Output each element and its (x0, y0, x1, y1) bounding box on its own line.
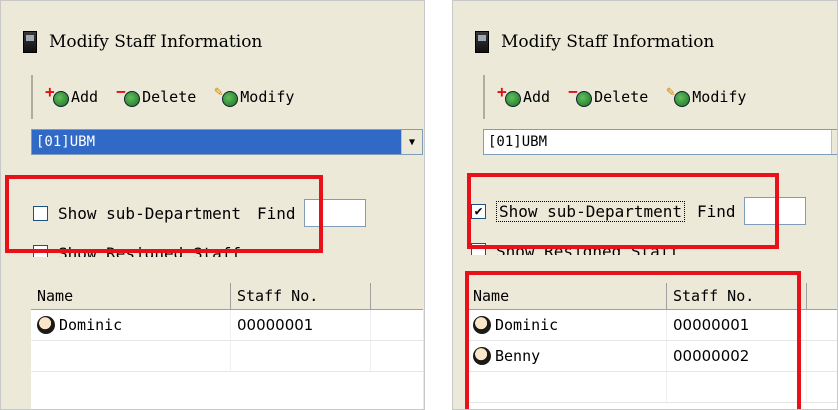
table-header: Name Staff No. (467, 283, 837, 310)
show-sub-department-row: Show sub-Department Find (33, 199, 366, 227)
modify-label: Modify (240, 88, 295, 106)
staff-name: Dominic (495, 316, 559, 334)
show-sub-department-checkbox[interactable]: ✔ (471, 203, 486, 219)
show-resigned-checkbox[interactable] (471, 243, 486, 255)
window-title-bar: Modify Staff Information (467, 15, 837, 69)
person-icon (37, 316, 55, 334)
staff-table: Name Staff No. Dominic 00000001 Benny 00… (467, 283, 837, 409)
find-label: Find (697, 201, 736, 221)
table-row-empty (31, 341, 423, 372)
delete-button[interactable]: − Delete (116, 84, 197, 107)
app-icon (23, 31, 37, 53)
show-sub-department-checkbox[interactable] (33, 205, 48, 221)
add-button[interactable]: + Add (497, 84, 551, 107)
person-icon (473, 316, 491, 334)
column-staff-no[interactable]: Staff No. (231, 283, 371, 309)
modify-button[interactable]: ✎ Modify (666, 85, 747, 107)
delete-label: Delete (142, 88, 197, 106)
show-resigned-label: Show Resigned Staff (496, 242, 680, 255)
person-icon (473, 347, 491, 365)
chevron-down-icon[interactable]: ▼ (401, 130, 422, 154)
column-name[interactable]: Name (467, 283, 667, 309)
show-resigned-row: Show Resigned Staff (33, 241, 241, 257)
find-label: Find (257, 203, 296, 223)
department-value: [01]UBM (488, 134, 548, 150)
add-user-icon: + (497, 84, 521, 107)
department-select[interactable]: [01]UBM ▼ (483, 129, 837, 155)
edit-user-icon: ✎ (214, 85, 239, 107)
table-row-empty (467, 372, 837, 403)
staff-number: 00000001 (667, 310, 807, 340)
show-resigned-row: Show Resigned Staff (471, 239, 679, 255)
delete-user-icon: − (116, 84, 141, 107)
window-title-bar: Modify Staff Information (15, 15, 424, 69)
chevron-down-icon[interactable]: ▼ (831, 130, 837, 154)
staff-name: Benny (495, 347, 541, 365)
show-sub-department-row: ✔ Show sub-Department Find (471, 197, 806, 225)
staff-window-right: Modify Staff Information + Add − Delete … (452, 0, 838, 410)
add-button[interactable]: + Add (45, 84, 99, 107)
delete-label: Delete (594, 88, 649, 106)
table-row[interactable]: Dominic 00000001 (31, 310, 423, 341)
table-row[interactable]: Dominic 00000001 (467, 310, 837, 341)
department-select[interactable]: [01]UBM ▼ (31, 129, 423, 155)
window-title: Modify Staff Information (49, 32, 263, 52)
add-label: Add (523, 88, 551, 106)
staff-window-left: Modify Staff Information + Add − Delete … (0, 0, 425, 410)
table-header: Name Staff No. (31, 283, 423, 310)
table-row[interactable]: Benny 00000002 (467, 341, 837, 372)
department-value: [01]UBM (32, 130, 401, 154)
delete-user-icon: − (568, 84, 593, 107)
show-resigned-checkbox[interactable] (33, 245, 48, 257)
show-resigned-label: Show Resigned Staff (58, 244, 242, 257)
staff-number: 00000001 (231, 310, 371, 340)
show-sub-department-label: Show sub-Department (58, 203, 242, 223)
find-input[interactable] (743, 197, 806, 225)
staff-table: Name Staff No. Dominic 00000001 (31, 283, 423, 409)
column-name[interactable]: Name (31, 283, 231, 309)
window-title: Modify Staff Information (501, 32, 715, 52)
column-staff-no[interactable]: Staff No. (667, 283, 807, 309)
toolbar: + Add − Delete ✎ Modify (483, 75, 837, 119)
app-icon (475, 31, 489, 53)
modify-label: Modify (692, 88, 747, 106)
show-sub-department-label: Show sub-Department (496, 200, 686, 222)
modify-button[interactable]: ✎ Modify (214, 85, 295, 107)
staff-name: Dominic (59, 316, 123, 334)
delete-button[interactable]: − Delete (568, 84, 649, 107)
add-label: Add (71, 88, 99, 106)
staff-number: 00000002 (667, 341, 807, 371)
checkmark-icon: ✔ (474, 203, 483, 219)
find-input[interactable] (303, 199, 366, 227)
toolbar: + Add − Delete ✎ Modify (31, 75, 424, 119)
add-user-icon: + (45, 84, 69, 107)
edit-user-icon: ✎ (666, 85, 691, 107)
